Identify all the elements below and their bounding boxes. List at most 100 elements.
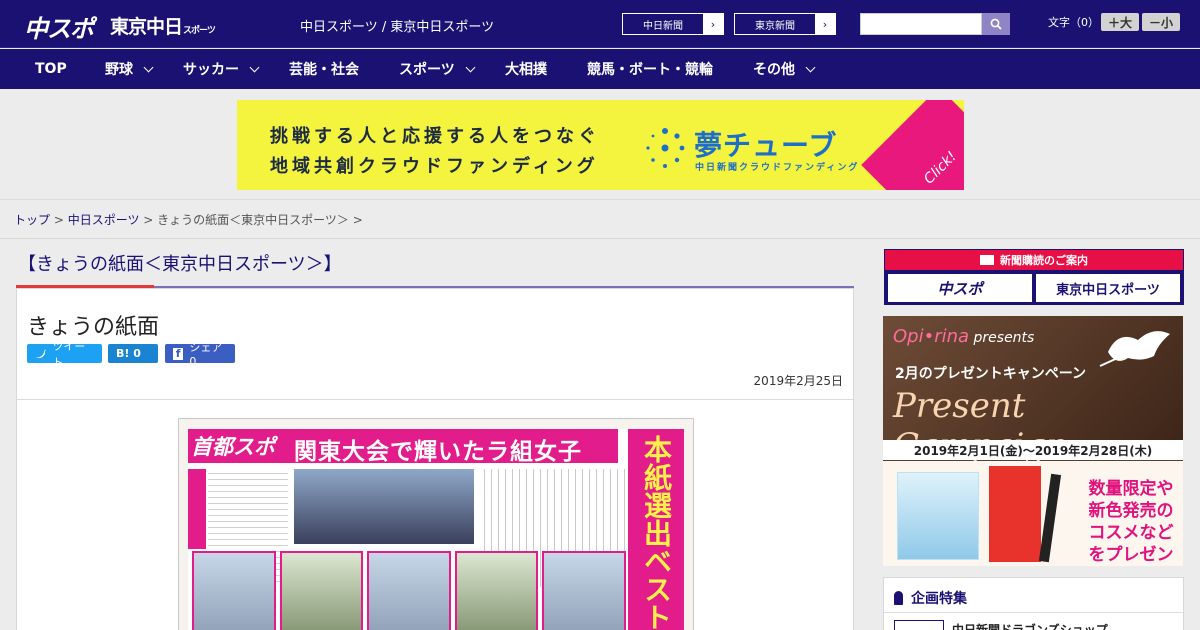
nav-label: スポーツ	[399, 62, 455, 78]
link-label: 中日新聞	[643, 20, 683, 32]
facebook-share-button[interactable]: f シェア 0	[165, 341, 235, 368]
section-title: 【きょうの紙面＜東京中日スポーツ＞】	[18, 254, 342, 275]
player-photo	[192, 551, 276, 630]
chunichi-shimbun-link[interactable]: 中日新聞 ›	[622, 13, 724, 35]
nav-item-sports[interactable]: スポーツ	[399, 49, 476, 89]
player-photos	[192, 551, 626, 630]
cupid-icon	[1099, 331, 1170, 367]
nav-item-other[interactable]: その他	[753, 49, 816, 89]
newspaper-icon	[980, 255, 994, 265]
font-size-label: 文字（0）	[1048, 16, 1099, 29]
breadcrumb-sep: >	[139, 213, 158, 227]
player-photo	[279, 551, 364, 630]
tweet-label: ツイート	[52, 339, 86, 369]
tokyo-chunichi-logo[interactable]: 東京中日スポーツ	[110, 12, 216, 39]
breadcrumb-top-link[interactable]: トップ	[14, 213, 50, 227]
promo-line1: 2月のプレゼントキャンペーン	[895, 366, 1087, 382]
dots-logo-icon	[646, 128, 685, 168]
nav-item-racing[interactable]: 競馬・ボート・競輪	[587, 49, 713, 89]
breadcrumb-sep: >	[348, 213, 363, 227]
nav-item-baseball[interactable]: 野球	[105, 49, 154, 89]
product-image	[989, 466, 1041, 562]
promo-dates: 2019年2月1日(金)～2019年2月28日(木)	[883, 440, 1183, 460]
nav-item-top[interactable]: TOP	[35, 49, 67, 89]
breadcrumb-sep: >	[50, 213, 68, 227]
breadcrumb-current: きょうの紙面＜東京中日スポーツ＞	[157, 213, 349, 227]
feature-heading-label: 企画特集	[911, 591, 967, 607]
search-icon	[990, 18, 1002, 30]
nav-label: その他	[753, 62, 795, 78]
product-image	[897, 472, 979, 560]
nav-label: TOP	[35, 61, 67, 77]
banner-line1: 挑戦する人と応援する人をつなぐ	[270, 126, 600, 147]
font-smaller-button[interactable]: －小	[1142, 13, 1180, 31]
facebook-icon: f	[173, 347, 184, 360]
banner-line2: 地域共創クラウドファンディング	[270, 156, 599, 177]
nav-item-entertainment[interactable]: 芸能・社会	[289, 49, 359, 89]
pin-icon	[894, 591, 903, 605]
nav-label: サッカー	[183, 62, 239, 78]
banner-brand-sub: 中日新聞クラウドファンディング	[695, 163, 860, 173]
hatena-bookmark-button[interactable]: B! 0	[108, 344, 158, 363]
player-photo	[542, 551, 626, 630]
article-divider	[17, 399, 853, 400]
search-button[interactable]	[982, 13, 1010, 35]
font-bigger-button[interactable]: ＋大	[1101, 13, 1139, 31]
nav-item-soccer[interactable]: サッカー	[183, 49, 260, 89]
twitter-icon	[35, 348, 47, 358]
tokyo-logo-sub: スポーツ	[183, 26, 216, 36]
banner-brand: 夢チューブ	[694, 129, 838, 162]
chevron-right-icon: ›	[815, 14, 835, 34]
tweet-button[interactable]: ツイート	[27, 340, 102, 369]
top-header: 中スポ 東京中日スポーツ 中日スポーツ / 東京中日スポーツ 中日新聞 › 東京…	[0, 0, 1200, 48]
chevron-down-icon	[805, 62, 816, 72]
subscription-box: 新聞購読のご案内 中スポ 東京中日スポーツ	[884, 249, 1184, 305]
left-strip	[188, 469, 206, 549]
chuspo-logo[interactable]: 中スポ	[24, 9, 94, 44]
subscription-heading-label: 新聞購読のご案内	[1000, 254, 1088, 267]
feature-heading: 企画特集	[894, 588, 967, 608]
facebook-share-label: シェア 0	[189, 341, 223, 368]
breadcrumb-chunichi-sports-link[interactable]: 中日スポーツ	[68, 213, 140, 227]
link-label: 東京新聞	[755, 20, 795, 32]
newspaper-image[interactable]: 首都スポ 関東大会で輝いたラ組女子 本紙選出ベスト	[178, 418, 694, 630]
promo-brand-name: Opi•rina	[893, 326, 970, 347]
breadcrumb: トップ > 中日スポーツ > きょうの紙面＜東京中日スポーツ＞ >	[0, 201, 1200, 239]
article-date: 2019年2月25日	[753, 374, 843, 388]
site-title[interactable]: 中日スポーツ / 東京中日スポーツ	[300, 16, 494, 35]
hatena-label: B! 0	[116, 347, 141, 360]
chevron-down-icon	[465, 62, 476, 72]
crowdfunding-banner[interactable]: 挑戦する人と応援する人をつなぐ 地域共創クラウドファンディング 夢チューブ 中日…	[237, 100, 964, 190]
subscribe-tokyo-chunichi-button[interactable]: 東京中日スポーツ	[1036, 274, 1180, 302]
chevron-down-icon	[143, 62, 154, 72]
nav-label: 大相撲	[505, 62, 547, 78]
dragons-shop-thumbnail[interactable]	[894, 620, 944, 630]
newspaper-side-headline: 本紙選出ベスト	[640, 435, 673, 630]
click-corner	[861, 100, 964, 190]
newspaper-headline: 関東大会で輝いたラ組女子	[294, 439, 582, 465]
player-photo	[367, 551, 451, 630]
promo-brand-suffix: presents	[969, 330, 1035, 346]
chevron-down-icon	[249, 62, 260, 72]
player-photo	[454, 551, 539, 630]
newspaper-masthead: 首都スポ	[191, 435, 275, 459]
nav-label: 芸能・社会	[289, 62, 359, 78]
feature-box: 企画特集 中日新聞ドラゴンズショップ	[883, 577, 1184, 630]
dragons-shop-link[interactable]: 中日新聞ドラゴンズショップ	[952, 621, 1108, 630]
main-nav: TOP 野球 サッカー 芸能・社会 スポーツ 大相撲 競馬・ボート・競輪 その他	[0, 49, 1200, 89]
nav-label: 競馬・ボート・競輪	[587, 62, 713, 78]
search-input[interactable]	[860, 13, 982, 35]
newspaper-page: 首都スポ 関東大会で輝いたラ組女子 本紙選出ベスト	[188, 429, 684, 630]
subscribe-chuspo-button[interactable]: 中スポ	[888, 274, 1032, 302]
nav-item-sumo[interactable]: 大相撲	[505, 49, 547, 89]
tokyo-shimbun-link[interactable]: 東京新聞 ›	[734, 13, 836, 35]
promo-brand: Opi•rina presents	[893, 326, 1034, 347]
present-campaign-ad[interactable]: Opi•rina presents 2月のプレゼントキャンペーン Present…	[883, 316, 1183, 566]
promo-copy: 数量限定や新色発売のコスメなどをプレゼント!	[1088, 479, 1174, 565]
team-photo	[294, 469, 474, 544]
nav-label: 野球	[105, 62, 133, 78]
tokyo-logo-main: 東京中日	[110, 16, 183, 38]
section-heading: 【きょうの紙面＜東京中日スポーツ＞】	[16, 240, 854, 288]
subscription-heading: 新聞購読のご案内	[885, 250, 1183, 270]
article-card: きょうの紙面 ツイート B! 0 f シェア 0 2019年2月25日 首都スポ…	[16, 288, 854, 630]
